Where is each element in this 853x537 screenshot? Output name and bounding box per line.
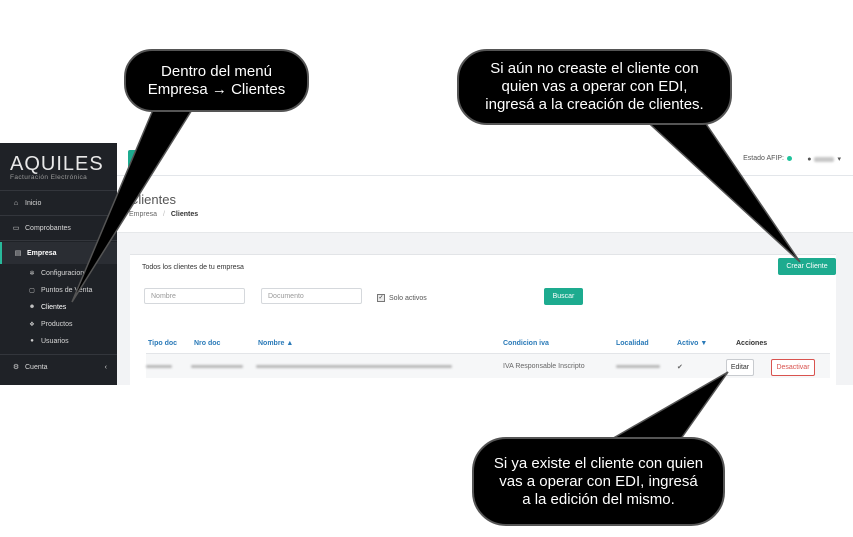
sidebar-subitem-clientes[interactable]: ☻ Clientes (0, 299, 117, 315)
sidebar-item-cuenta[interactable]: ⚙ Cuenta ‹ (0, 356, 117, 378)
table-row: IVA Responsable Inscripto ✔ Editar Desac… (146, 353, 830, 378)
top-bar: Estado AFIP: ● ▾ (117, 143, 853, 176)
home-icon: ⌂ (13, 199, 19, 207)
column-header-nombre[interactable]: Nombre ▲ (258, 340, 293, 347)
sidebar-subitem-label: Usuarios (41, 337, 69, 345)
app-logo: AQUILES (10, 153, 104, 175)
chevron-left-icon: ‹ (104, 363, 107, 371)
column-header-localidad[interactable]: Localidad (616, 340, 649, 347)
breadcrumb-parent[interactable]: Empresa (129, 211, 157, 218)
solo-activos-label: Solo activos (389, 294, 427, 302)
cubes-icon: ❖ (29, 321, 35, 328)
sidebar-item-empresa[interactable]: ▤ Empresa (0, 242, 119, 264)
caret-down-icon: ▾ (837, 156, 841, 163)
sidebar-item-label: Cuenta (25, 363, 48, 371)
sidebar-subitem-usuarios[interactable]: ● Usuarios (0, 333, 117, 349)
sidebar: AQUILES Facturación Electrónica ⌂ Inicio… (0, 143, 119, 385)
breadcrumb-separator: / (162, 211, 165, 218)
user-name-blurred (814, 156, 835, 162)
cogs-icon: ⚙ (12, 364, 20, 371)
sidebar-item-label: Inicio (25, 199, 42, 207)
clients-card: Todos los clientes de tu empresa Crear C… (130, 254, 836, 386)
sidebar-item-comprobantes[interactable]: ▭ Comprobantes (0, 217, 117, 239)
store-icon: ▢ (29, 287, 35, 294)
edit-button[interactable]: Editar (726, 359, 754, 376)
users-icon: ☻ (28, 304, 36, 310)
deactivate-button[interactable]: Desactivar (771, 359, 815, 376)
sidebar-divider (0, 240, 117, 241)
breadcrumb: Empresa / Clientes (129, 211, 198, 218)
column-header-tipo-doc[interactable]: Tipo doc (148, 340, 177, 347)
card-title: Todos los clientes de tu empresa (142, 264, 244, 271)
condicion-iva-cell: IVA Responsable Inscripto (503, 363, 585, 370)
column-header-activo[interactable]: Activo ▼ (677, 340, 707, 347)
page-header: Clientes Empresa / Clientes (117, 176, 853, 233)
column-header-condicion-iva[interactable]: Condicion iva (503, 340, 549, 347)
column-header-nro-doc[interactable]: Nro doc (194, 340, 220, 347)
column-header-acciones: Acciones (736, 340, 768, 347)
callout-edit: Si ya existe el cliente con quien vas a … (472, 437, 725, 526)
name-filter-input[interactable]: Nombre (144, 288, 245, 304)
sidebar-item-inicio[interactable]: ⌂ Inicio (0, 192, 117, 214)
callout-menu: Dentro del menú Empresa → Clientes (124, 49, 309, 112)
sidebar-divider (0, 354, 117, 355)
document-filter-input[interactable]: Documento (261, 288, 362, 304)
sidebar-divider (0, 215, 117, 216)
activo-check-icon: ✔ (677, 364, 683, 371)
app-logo-subtitle: Facturación Electrónica (10, 174, 88, 181)
status-dot-icon (787, 156, 792, 161)
credit-card-icon: ▭ (12, 225, 20, 232)
search-button[interactable]: Buscar (544, 288, 583, 305)
sidebar-subitem-label: Puntos de Venta (41, 286, 93, 294)
sidebar-subitem-puntos-de-venta[interactable]: ▢ Puntos de Venta (0, 282, 117, 298)
sidebar-subitem-label: Productos (41, 320, 73, 328)
checkbox-checked-icon: ✓ (377, 294, 385, 302)
solo-activos-checkbox[interactable]: ✓ Solo activos (377, 294, 427, 302)
localidad-blurred (616, 365, 660, 368)
create-client-button[interactable]: Crear Cliente (778, 258, 836, 275)
breadcrumb-current: Clientes (170, 211, 199, 218)
afip-status-label: Estado AFIP: (743, 155, 784, 162)
tipo-doc-blurred (146, 365, 172, 368)
sidebar-item-label: Empresa (27, 249, 57, 257)
nro-doc-blurred (191, 365, 243, 368)
user-menu[interactable]: ● ▾ (807, 155, 841, 164)
user-icon: ● (30, 338, 34, 344)
gear-icon: ✲ (29, 270, 35, 277)
menu-toggle-button[interactable] (128, 150, 139, 168)
afip-status: Estado AFIP: (743, 155, 792, 162)
building-icon: ▤ (14, 250, 22, 257)
nombre-blurred (256, 365, 452, 368)
sidebar-subitem-productos[interactable]: ❖ Productos (0, 316, 117, 332)
sidebar-subitem-configuracion[interactable]: ✲ Configuracion (0, 265, 117, 281)
sidebar-item-label: Comprobantes (25, 224, 71, 232)
sidebar-subitem-label: Clientes (41, 303, 67, 311)
callout-create: Si aún no creaste el cliente con quien v… (457, 49, 732, 125)
page-title: Clientes (129, 192, 176, 207)
sidebar-subitem-label: Configuracion (41, 269, 85, 277)
user-icon: ● (807, 155, 812, 163)
sidebar-divider (0, 190, 117, 191)
